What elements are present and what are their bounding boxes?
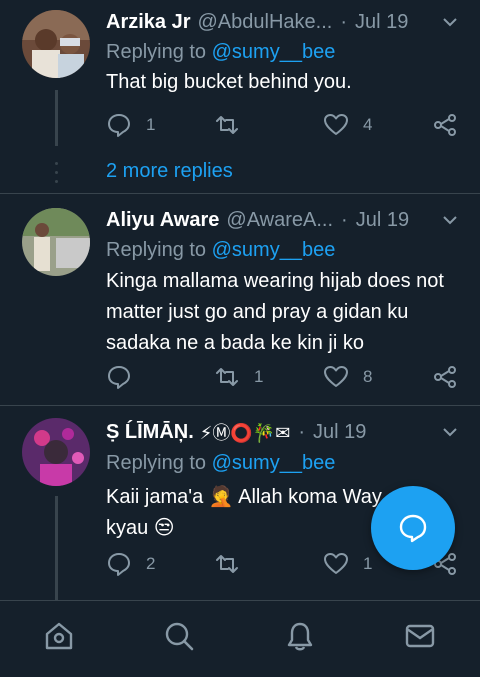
replying-to: Replying to @sumy__bee [106, 239, 335, 262]
like-button[interactable]: 4 [323, 110, 372, 140]
share-button[interactable] [432, 362, 458, 392]
chevron-down-icon[interactable] [440, 210, 460, 230]
tweet-text: Kinga mallama wearing hijab does not mat… [106, 270, 444, 354]
tweet-date[interactable]: Jul 19 [313, 421, 366, 444]
reply-icon [108, 366, 130, 389]
mention-link[interactable]: @sumy__bee [212, 41, 336, 63]
nav-notifications[interactable] [283, 619, 317, 653]
compose-reply-button[interactable] [371, 486, 455, 570]
heart-icon [324, 114, 348, 135]
home-icon [45, 622, 73, 650]
replying-to-label: Replying to [106, 41, 207, 63]
separator-dot: · [298, 420, 305, 443]
mention-link[interactable]: @sumy__bee [212, 452, 336, 474]
author-name[interactable]: Aliyu Aware [106, 209, 219, 232]
like-button[interactable]: 1 [323, 549, 372, 579]
share-button[interactable] [432, 110, 458, 140]
reply-button[interactable]: 2 [106, 549, 155, 579]
separator-dot: · [341, 208, 348, 231]
tweet-header: Arzika Jr @AbdulHake... · Jul 19 [106, 8, 460, 36]
replying-to-label: Replying to [106, 452, 207, 474]
thread-line [55, 90, 58, 146]
retweet-icon [216, 116, 238, 134]
mention-link[interactable]: @sumy__bee [212, 239, 336, 261]
thread-line [55, 496, 58, 600]
retweet-button[interactable]: 1 [214, 362, 263, 392]
like-count: 1 [363, 554, 373, 573]
notifications-icon [287, 622, 313, 651]
reply-button[interactable]: 1 [106, 110, 155, 140]
retweet-button[interactable] [214, 549, 254, 579]
chevron-down-icon[interactable] [440, 12, 460, 32]
like-count: 8 [363, 367, 373, 386]
like-button[interactable]: 8 [323, 362, 372, 392]
avatar[interactable] [22, 10, 90, 78]
name-emojis: ⚡Ⓜ⭕🎋✉ [199, 423, 291, 443]
reply-icon [108, 114, 130, 137]
share-icon [434, 114, 456, 136]
nav-messages[interactable] [403, 619, 437, 653]
share-icon [434, 366, 456, 388]
reply-count: 2 [146, 554, 156, 573]
author-name[interactable]: Ṣ ĹĪMĀŅ. [106, 421, 194, 444]
retweet-button[interactable] [214, 110, 254, 140]
author-handle: @AwareA... [226, 208, 334, 231]
compose-reply-icon [399, 514, 427, 543]
thread-dot [55, 162, 58, 165]
nav-home[interactable] [42, 619, 76, 653]
nav-search[interactable] [162, 619, 196, 653]
heart-icon [324, 553, 348, 574]
tweet-date[interactable]: Jul 19 [356, 209, 409, 232]
tweet-1[interactable]: Arzika Jr @AbdulHake... · Jul 19 Replyin… [0, 0, 480, 194]
retweet-count: 1 [254, 367, 264, 386]
replying-to: Replying to @sumy__bee [106, 41, 335, 64]
retweet-icon [216, 555, 238, 573]
author-name[interactable]: Arzika Jr [106, 11, 191, 34]
bottom-nav [0, 600, 480, 677]
replying-to-label: Replying to [106, 239, 207, 261]
avatar[interactable] [22, 418, 90, 486]
tweet-text: That big bucket behind you. [106, 71, 352, 93]
heart-icon [324, 366, 348, 387]
reply-count: 1 [146, 115, 156, 134]
replying-to: Replying to @sumy__bee [106, 452, 335, 475]
tweet-header: Ṣ ĹĪMĀŅ. ⚡Ⓜ⭕🎋✉ · Jul 19 [106, 418, 460, 446]
separator-dot: · [340, 10, 347, 33]
avatar[interactable] [22, 208, 90, 276]
thread-dot [55, 180, 58, 183]
tweet-actions: 1 8 [106, 362, 462, 392]
reply-button[interactable] [106, 362, 146, 392]
tweet-header: Aliyu Aware @AwareA... · Jul 19 [106, 206, 460, 234]
tweet-date[interactable]: Jul 19 [355, 11, 408, 34]
tweet-2[interactable]: Aliyu Aware @AwareA... · Jul 19 Replying… [0, 194, 480, 406]
author-handle: @AbdulHake... [197, 10, 333, 33]
messages-icon [405, 624, 435, 648]
reply-icon [108, 553, 130, 576]
tweet-actions: 1 4 [106, 110, 462, 140]
search-icon [165, 622, 194, 651]
like-count: 4 [363, 115, 373, 134]
retweet-icon [216, 368, 238, 386]
more-replies-link[interactable]: 2 more replies [106, 160, 233, 183]
chevron-down-icon[interactable] [440, 422, 460, 442]
thread-dot [55, 171, 58, 174]
